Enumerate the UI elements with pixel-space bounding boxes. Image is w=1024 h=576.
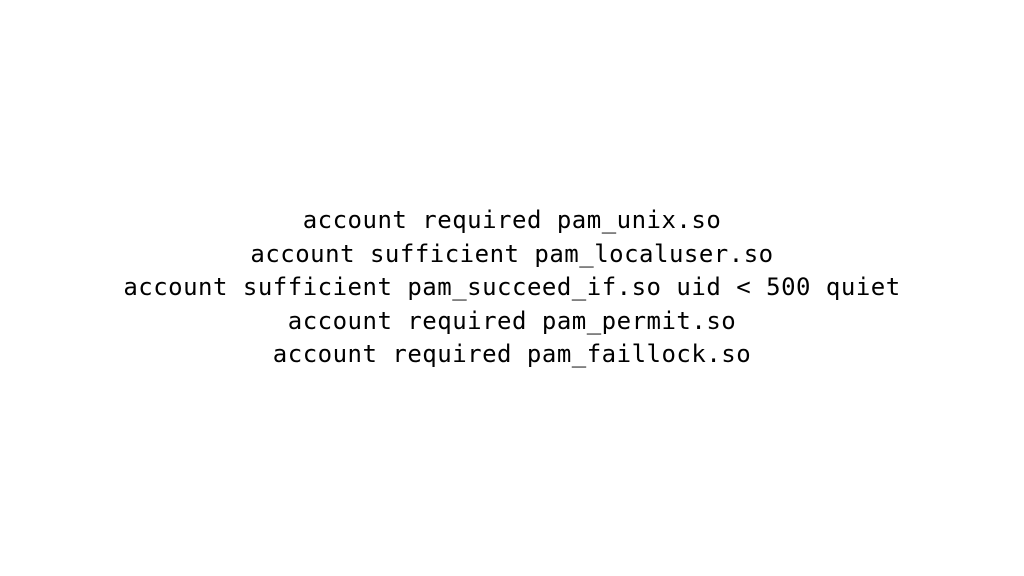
pam-config-block: account required pam_unix.so account suf… — [123, 204, 900, 372]
config-line: account required pam_permit.so — [123, 305, 900, 339]
config-line: account sufficient pam_succeed_if.so uid… — [123, 271, 900, 305]
config-line: account sufficient pam_localuser.so — [123, 238, 900, 272]
config-line: account required pam_faillock.so — [123, 338, 900, 372]
config-line: account required pam_unix.so — [123, 204, 900, 238]
